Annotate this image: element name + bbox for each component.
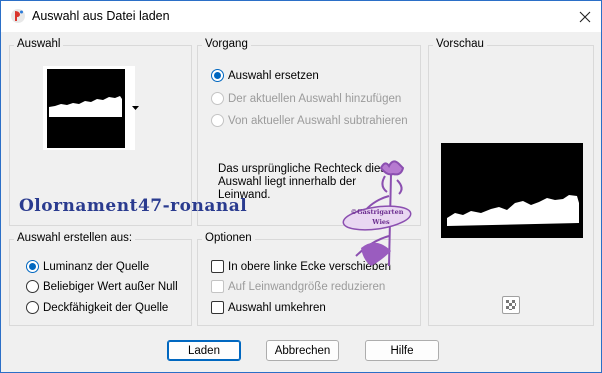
checkbox-invert-selection[interactable]: Auswahl umkehren bbox=[211, 301, 326, 314]
radio-label: Luminanz der Quelle bbox=[43, 260, 150, 273]
radio-label: Von aktueller Auswahl subtrahieren bbox=[228, 114, 408, 127]
radio-opacity[interactable]: Deckfähigkeit der Quelle bbox=[26, 301, 168, 314]
transparency-toggle-button[interactable] bbox=[502, 296, 520, 314]
checkerboard-icon bbox=[506, 300, 516, 310]
checkbox-crop-to-canvas[interactable]: Auf Leinwandgröße reduzieren bbox=[211, 280, 385, 293]
cancel-button[interactable]: Abbrechen bbox=[266, 340, 339, 361]
process-group-label: Vorgang bbox=[202, 38, 251, 50]
watermark-stamp-line1: ©Gastrigarten bbox=[351, 208, 404, 216]
checkbox-label: Auf Leinwandgröße reduzieren bbox=[228, 280, 386, 293]
create-from-group: Auswahl erstellen aus: Luminanz der Quel… bbox=[9, 232, 192, 326]
radio-button[interactable] bbox=[26, 301, 39, 314]
selection-thumbnail bbox=[47, 69, 125, 148]
radio-label: Deckfähigkeit der Quelle bbox=[43, 301, 169, 314]
radio-label: Beliebiger Wert außer Null bbox=[43, 280, 178, 293]
app-icon bbox=[11, 9, 25, 23]
radio-button[interactable] bbox=[26, 280, 39, 293]
create-from-group-label: Auswahl erstellen aus: bbox=[14, 232, 136, 244]
radio-luminance[interactable]: Luminanz der Quelle bbox=[26, 260, 149, 273]
radio-button[interactable] bbox=[211, 69, 224, 82]
checkbox[interactable] bbox=[211, 280, 224, 293]
preview-image bbox=[441, 143, 583, 238]
checkbox-label: Auswahl umkehren bbox=[228, 301, 326, 314]
load-button[interactable]: Laden bbox=[167, 340, 241, 361]
radio-subtract-selection[interactable]: Von aktueller Auswahl subtrahieren bbox=[211, 114, 408, 127]
checkbox[interactable] bbox=[211, 301, 224, 314]
preview-group-label: Vorschau bbox=[433, 38, 487, 50]
radio-label: Der aktuellen Auswahl hinzufügen bbox=[228, 92, 402, 105]
help-button[interactable]: Hilfe bbox=[365, 340, 439, 361]
dropdown-arrow-icon[interactable] bbox=[132, 106, 139, 110]
radio-add-to-selection[interactable]: Der aktuellen Auswahl hinzufügen bbox=[211, 92, 401, 105]
watermark-text: Olornament47-ronanal bbox=[19, 196, 248, 216]
watermark-stamp-line2: Wies bbox=[371, 218, 390, 226]
watermark-stamp: ©Gastrigarten Wies bbox=[342, 160, 412, 267]
options-group-label: Optionen bbox=[202, 232, 255, 244]
radio-button[interactable] bbox=[211, 114, 224, 127]
window-title: Auswahl aus Datei laden bbox=[32, 9, 170, 23]
dialog-window: Auswahl aus Datei laden Auswahl Vorgang … bbox=[0, 0, 602, 373]
title-bar[interactable]: Auswahl aus Datei laden bbox=[1, 1, 601, 32]
checkbox[interactable] bbox=[211, 260, 224, 273]
radio-label: Auswahl ersetzen bbox=[228, 69, 319, 82]
radio-any-nonzero[interactable]: Beliebiger Wert außer Null bbox=[26, 280, 178, 293]
radio-button[interactable] bbox=[26, 260, 39, 273]
radio-replace-selection[interactable]: Auswahl ersetzen bbox=[211, 69, 319, 82]
close-icon bbox=[579, 11, 591, 23]
radio-button[interactable] bbox=[211, 92, 224, 105]
selection-group-label: Auswahl bbox=[14, 38, 64, 50]
close-button[interactable] bbox=[570, 5, 600, 29]
selection-thumbnail-button[interactable] bbox=[43, 66, 139, 150]
preview-group: Vorschau bbox=[428, 38, 594, 326]
